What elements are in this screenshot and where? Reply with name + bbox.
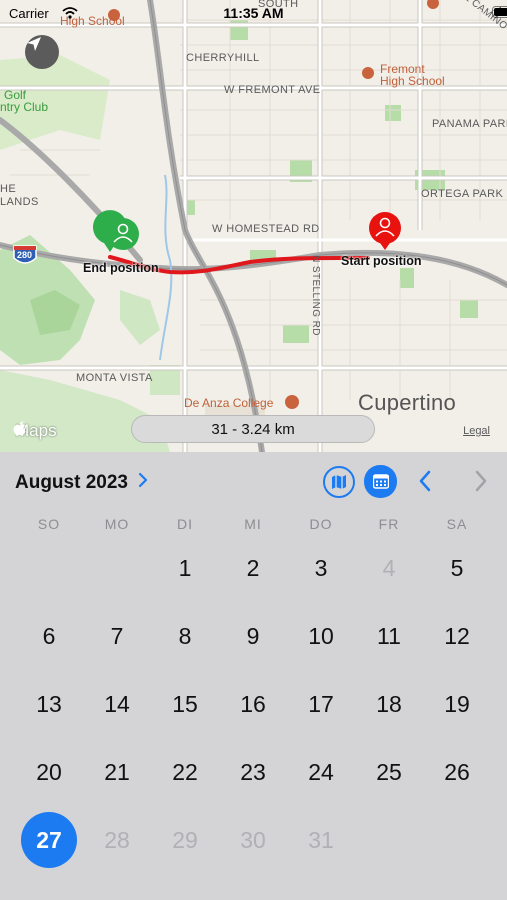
weekday-label: FR (378, 516, 400, 532)
map-view[interactable]: High School SOUTH EL CAMINO RE CHERRYHIL… (0, 0, 507, 452)
day-cell[interactable]: 16 (225, 676, 281, 732)
day-cell[interactable]: 9 (225, 608, 281, 664)
chevron-left-icon (419, 470, 431, 492)
start-position-pin-icon (369, 212, 401, 250)
status-time: 11:35 AM (223, 5, 284, 21)
weekday-label: DO (309, 516, 333, 532)
map-label-monta-vista: MONTA VISTA (76, 372, 153, 384)
day-cell: 4 (382, 555, 396, 581)
day-cell[interactable]: 18 (361, 676, 417, 732)
route-distance-pill: 31 - 3.24 km (131, 415, 375, 443)
day-cell[interactable]: 7 (89, 608, 145, 664)
day-cell[interactable]: 22 (157, 744, 213, 800)
day-cell[interactable]: 8 (157, 608, 213, 664)
day-cell[interactable]: 23 (225, 744, 281, 800)
end-position-pin-icon (92, 210, 139, 252)
day-cell-selected[interactable]: 27 (21, 812, 77, 868)
previous-month-button[interactable] (418, 470, 432, 497)
day-cell[interactable]: 17 (293, 676, 349, 732)
map-label-ortega-park: ORTEGA PARK (421, 188, 504, 200)
calendar-icon (372, 474, 389, 489)
map-view-button[interactable] (323, 466, 355, 498)
day-cell[interactable]: 11 (361, 608, 417, 664)
calendar-view-button[interactable] (364, 465, 397, 498)
day-cell[interactable]: 6 (21, 608, 77, 664)
month-picker-button[interactable]: August 2023 (15, 472, 148, 494)
locate-me-button[interactable] (25, 35, 59, 69)
day-cell[interactable]: 25 (361, 744, 417, 800)
day-cell[interactable]: 19 (429, 676, 485, 732)
day-cell[interactable]: 10 (293, 608, 349, 664)
chevron-right-icon (475, 470, 487, 492)
day-cell[interactable]: 14 (89, 676, 145, 732)
day-cell[interactable]: 1 (157, 540, 213, 596)
day-cell: 30 (240, 827, 266, 853)
day-cell[interactable]: 20 (21, 744, 77, 800)
weekday-label: MI (244, 516, 262, 532)
map-label-highway-280: 280 (17, 250, 33, 260)
next-month-button[interactable] (474, 470, 488, 497)
day-cell[interactable]: 5 (429, 540, 485, 596)
day-cell: 31 (308, 827, 334, 853)
day-cell[interactable]: 24 (293, 744, 349, 800)
map-label-fremont-high-school: High School (380, 74, 445, 88)
location-arrow-icon (27, 37, 41, 51)
status-bar: Carrier 11:35 AM (0, 0, 507, 28)
chevron-right-icon (138, 472, 148, 494)
weekday-label: SO (37, 516, 61, 532)
day-cell[interactable]: 2 (225, 540, 281, 596)
day-cell[interactable]: 21 (89, 744, 145, 800)
map-label-w-homestead-rd: W HOMESTEAD RD (212, 223, 320, 235)
weekday-label: SA (446, 516, 468, 532)
map-label-de-anza-college: De Anza College (184, 396, 274, 410)
day-cell[interactable]: 13 (21, 676, 77, 732)
day-cell[interactable]: 12 (429, 608, 485, 664)
day-cell[interactable]: 15 (157, 676, 213, 732)
map-label-country-club: ntry Club (0, 100, 49, 114)
day-cell[interactable]: 3 (293, 540, 349, 596)
end-position-label: End position (83, 261, 159, 275)
day-cell[interactable]: 26 (429, 744, 485, 800)
map-label-n-stelling-rd: N STELLING RD (309, 255, 321, 336)
map-label-he: HE (0, 183, 17, 195)
day-cell: 29 (172, 827, 198, 853)
weekday-label: DI (177, 516, 193, 532)
calendar-panel: August 2023 SO MO DI MI DO FR SA 1 2 3 4 5 6 7 8 9 10 11… (0, 452, 507, 900)
map-icon (332, 475, 346, 489)
weekday-label: MO (104, 516, 130, 532)
apple-maps-logo: Maps (13, 421, 57, 441)
day-cell: 28 (104, 827, 130, 853)
map-label-lands: LANDS (0, 196, 39, 208)
map-label-cherryhill: CHERRYHILL (186, 52, 260, 64)
map-label-panama-park: PANAMA PARK (432, 118, 507, 130)
map-label-cupertino: Cupertino (358, 390, 457, 415)
month-label: August 2023 (15, 472, 128, 493)
map-label-w-fremont-ave: W FREMONT AVE (224, 84, 321, 96)
legal-link[interactable]: Legal (463, 425, 490, 437)
start-position-label: Start position (341, 254, 422, 268)
